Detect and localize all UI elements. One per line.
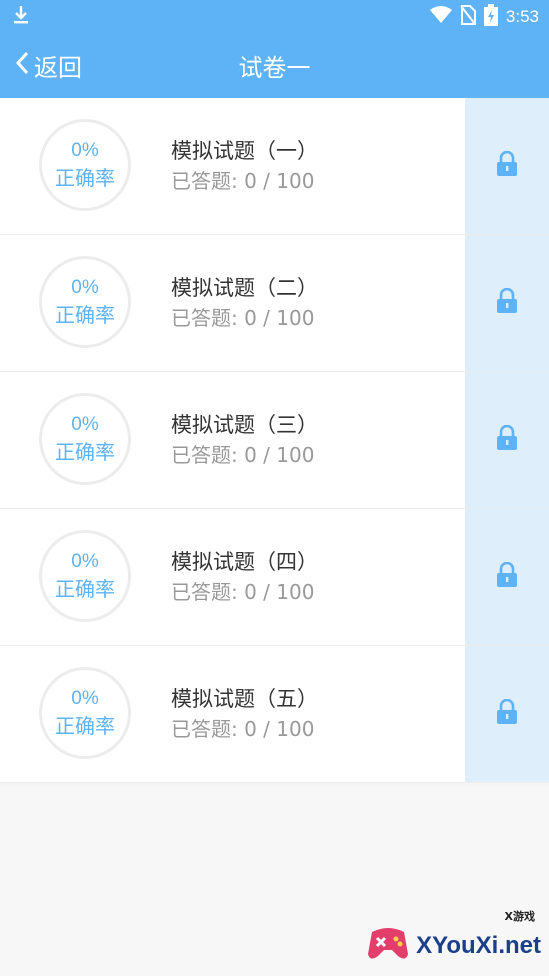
accuracy-percent: 0% <box>71 688 99 709</box>
accuracy-percent: 0% <box>71 551 99 572</box>
accuracy-label: 正确率 <box>55 440 115 464</box>
answered-count: 已答题: 0 / 100 <box>171 443 315 467</box>
exam-title: 模拟试题（五） <box>171 687 318 711</box>
list-item: 0% 正确率 模拟试题（五） 已答题: 0 / 100 <box>0 646 549 783</box>
status-bar: 3:53 <box>0 0 549 32</box>
accuracy-label: 正确率 <box>55 577 115 601</box>
list-item: 0% 正确率 模拟试题（四） 已答题: 0 / 100 <box>0 509 549 646</box>
watermark-brand: XYouXi.net <box>416 932 541 959</box>
lock-icon <box>496 698 518 729</box>
list-item: 0% 正确率 模拟试题（三） 已答题: 0 / 100 <box>0 372 549 509</box>
exam-item[interactable]: 0% 正确率 模拟试题（一） 已答题: 0 / 100 <box>0 98 465 234</box>
answered-count: 已答题: 0 / 100 <box>171 717 315 741</box>
exam-title: 模拟试题（二） <box>171 276 318 300</box>
lock-icon <box>496 287 518 318</box>
accuracy-ring: 0% 正确率 <box>39 256 131 348</box>
accuracy-label: 正确率 <box>55 303 115 327</box>
lock-button[interactable] <box>465 235 549 371</box>
download-icon <box>12 4 30 30</box>
lock-button[interactable] <box>465 372 549 508</box>
exam-item[interactable]: 0% 正确率 模拟试题（二） 已答题: 0 / 100 <box>0 235 465 371</box>
back-label: 返回 <box>34 53 82 82</box>
lock-icon <box>496 424 518 455</box>
list-item: 0% 正确率 模拟试题（二） 已答题: 0 / 100 <box>0 235 549 372</box>
lock-button[interactable] <box>465 98 549 234</box>
page-title: 试卷一 <box>238 53 311 82</box>
chevron-left-icon <box>14 50 30 80</box>
exam-title: 模拟试题（三） <box>171 413 318 437</box>
answered-count: 已答题: 0 / 100 <box>171 306 315 330</box>
exam-item[interactable]: 0% 正确率 模拟试题（五） 已答题: 0 / 100 <box>0 646 465 782</box>
watermark: XYouXi.net X游戏 <box>366 910 541 968</box>
accuracy-percent: 0% <box>71 277 99 298</box>
accuracy-percent: 0% <box>71 414 99 435</box>
exam-item[interactable]: 0% 正确率 模拟试题（四） 已答题: 0 / 100 <box>0 509 465 645</box>
accuracy-ring: 0% 正确率 <box>39 530 131 622</box>
exam-list: 0% 正确率 模拟试题（一） 已答题: 0 / 100 0% 正确率 模拟试题（… <box>0 98 549 783</box>
exam-item[interactable]: 0% 正确率 模拟试题（三） 已答题: 0 / 100 <box>0 372 465 508</box>
battery-charging-icon <box>483 4 498 30</box>
gamepad-logo-icon <box>366 924 410 968</box>
lock-icon <box>496 150 518 181</box>
accuracy-label: 正确率 <box>55 714 115 738</box>
accuracy-label: 正确率 <box>55 166 115 190</box>
lock-icon <box>496 561 518 592</box>
list-item: 0% 正确率 模拟试题（一） 已答题: 0 / 100 <box>0 98 549 235</box>
status-time: 3:53 <box>505 7 539 26</box>
accuracy-percent: 0% <box>71 140 99 161</box>
accuracy-ring: 0% 正确率 <box>39 119 131 211</box>
lock-button[interactable] <box>465 509 549 645</box>
lock-button[interactable] <box>465 646 549 782</box>
no-sim-icon <box>460 5 476 29</box>
answered-count: 已答题: 0 / 100 <box>171 169 315 193</box>
exam-title: 模拟试题（一） <box>171 139 318 163</box>
app-bar: 返回 试卷一 <box>0 32 549 98</box>
exam-title: 模拟试题（四） <box>171 550 318 574</box>
wifi-icon <box>429 6 452 28</box>
back-button[interactable]: 返回 <box>14 32 82 98</box>
accuracy-ring: 0% 正确率 <box>39 667 131 759</box>
empty-area: XYouXi.net X游戏 <box>0 785 549 976</box>
answered-count: 已答题: 0 / 100 <box>171 580 315 604</box>
watermark-tag: X游戏 <box>504 910 535 923</box>
accuracy-ring: 0% 正确率 <box>39 393 131 485</box>
